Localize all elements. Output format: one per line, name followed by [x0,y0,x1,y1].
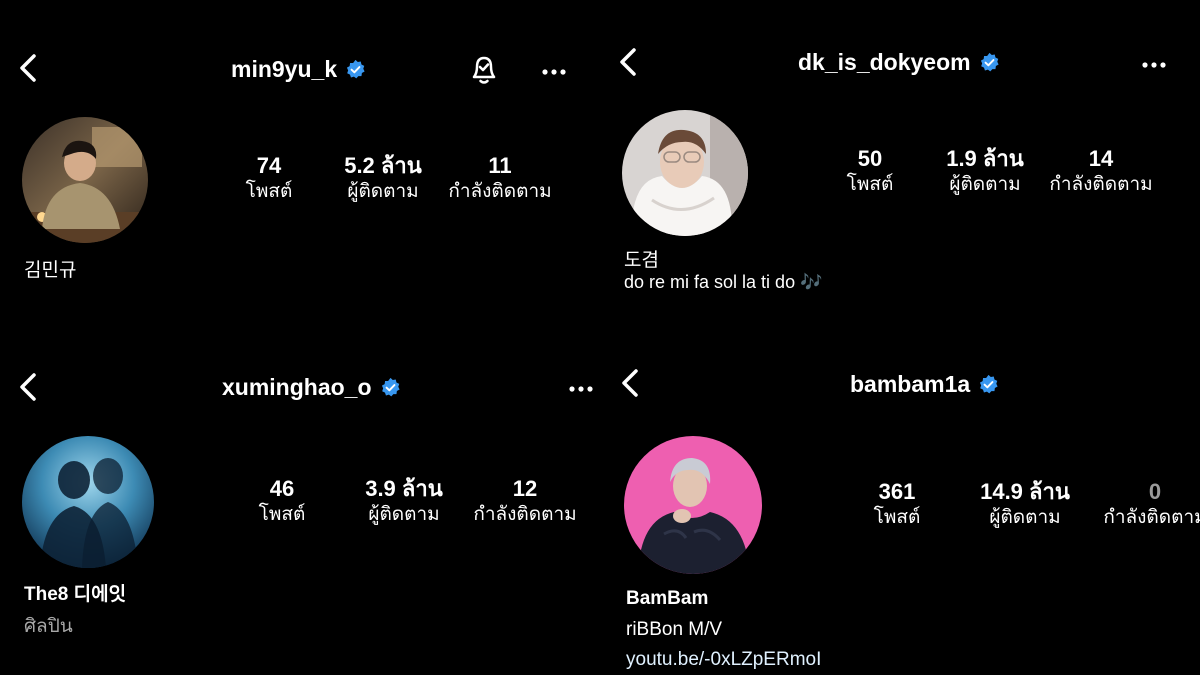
notification-bell-icon[interactable] [468,52,500,86]
following-label: กำลังติดตาม [473,504,577,525]
profile-avatar[interactable] [22,436,154,568]
username: bambam1a [850,371,971,397]
followers-label: ผู้ติดตาม [368,504,440,525]
display-name: The8 디에잇 [24,584,127,605]
verified-badge-icon [979,52,1000,73]
username: dk_is_dokyeom [798,49,971,75]
profile-panel-xuminghao-o: xuminghao_o 46 โพสต์ 3.9 ล้าน ผู้ติดตาม [0,337,600,674]
more-options-icon[interactable] [1141,57,1167,68]
back-chevron-icon[interactable] [618,367,642,399]
posts-count: 50 [857,146,883,171]
profile-panel-min9yu-k: min9yu_k 74 โพสต์ 5.2 ล้าน ผู้ติดตาม 11 … [0,0,600,337]
display-name: 김민규 [24,260,77,281]
display-name: BamBam [626,588,709,609]
username: min9yu_k [231,56,338,82]
following-count: 11 [488,153,512,178]
followers-count: 1.9 ล้าน [946,146,1024,171]
profile-avatar[interactable] [622,110,748,236]
more-options-icon[interactable] [568,381,594,392]
profile-header: xuminghao_o [222,374,401,401]
following-count: 14 [1088,146,1114,171]
back-chevron-icon[interactable] [616,46,640,78]
followers-count: 14.9 ล้าน [980,479,1070,504]
category-label: ศิลปิน [24,616,73,637]
posts-label: โพสต์ [873,507,921,528]
followers-label: ผู้ติดตาม [989,507,1061,528]
posts-stat[interactable]: 50 โพสต์ [847,146,894,198]
profile-panel-dk-is-dokyeom: dk_is_dokyeom 50 โพสต์ 1.9 ล้าน ผู้ติดตา… [600,0,1200,337]
display-name: 도겸 [624,250,659,271]
back-chevron-icon[interactable] [16,371,40,403]
profile-link[interactable]: youtu.be/-0xLZpERmoI [626,649,821,671]
profile-header: min9yu_k [231,56,366,83]
profile-avatar[interactable] [624,436,762,574]
profile-panel-bambam1a: bambam1a 361 โพสต์ 14.9 ล้าน ผู้ติดตาม 0… [600,337,1200,674]
posts-stat[interactable]: 361 โพสต์ [874,479,921,531]
followers-count: 5.2 ล้าน [344,153,422,178]
bio-text: do re mi fa sol la ti do 🎶 [624,272,823,292]
username: xuminghao_o [222,374,372,400]
followers-stat[interactable]: 1.9 ล้าน ผู้ติดตาม [946,146,1024,198]
back-chevron-icon[interactable] [16,52,40,84]
following-label: กำลังติดตาม [1103,507,1200,528]
followers-label: ผู้ติดตาม [347,181,419,202]
posts-label: โพสต์ [258,504,306,525]
posts-stat[interactable]: 74 โพสต์ [246,153,293,205]
followers-stat[interactable]: 3.9 ล้าน ผู้ติดตาม [365,476,443,528]
profile-header: dk_is_dokyeom [798,49,1000,76]
following-stat[interactable]: 11 กำลังติดตาม [448,153,551,205]
following-count: 12 [512,476,538,501]
profile-avatar[interactable] [22,117,148,243]
following-stat[interactable]: 12 กำลังติดตาม [473,476,576,528]
posts-count: 46 [269,476,295,501]
posts-label: โพสต์ [245,181,293,202]
followers-stat[interactable]: 5.2 ล้าน ผู้ติดตาม [344,153,422,205]
posts-count: 361 [878,479,916,504]
following-stat[interactable]: 14 กำลังติดตาม [1049,146,1152,198]
following-label: กำลังติดตาม [448,181,552,202]
following-count: 0 [1148,479,1162,504]
followers-stat[interactable]: 14.9 ล้าน ผู้ติดตาม [980,479,1070,531]
following-label: กำลังติดตาม [1049,174,1153,195]
verified-badge-icon [345,59,366,80]
verified-badge-icon [978,374,999,395]
following-stat[interactable]: 0 กำลังติดตาม [1103,479,1200,531]
posts-stat[interactable]: 46 โพสต์ [259,476,306,528]
posts-label: โพสต์ [846,174,894,195]
more-options-icon[interactable] [541,64,567,75]
followers-label: ผู้ติดตาม [949,174,1021,195]
bio-text: riBBon M/V [626,619,723,640]
followers-count: 3.9 ล้าน [365,476,443,501]
profile-header: bambam1a [850,371,999,398]
verified-badge-icon [380,377,401,398]
posts-count: 74 [256,153,282,178]
